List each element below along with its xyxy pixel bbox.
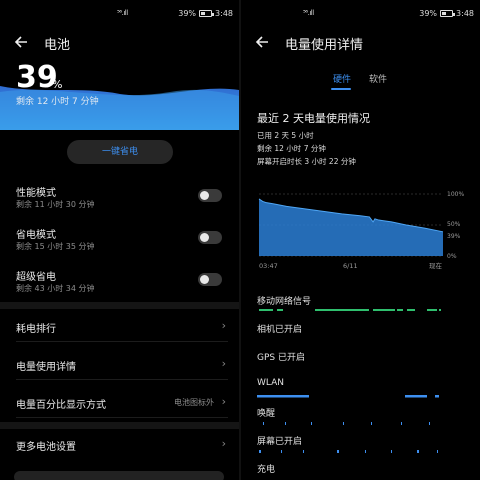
active-tab-indicator bbox=[331, 88, 351, 90]
performance-mode-item[interactable]: 性能模式 剩余 11 小时 30 分钟 bbox=[16, 184, 226, 220]
battery-screen: ⁵⁶.ıll 39% 3:48 电池 39 % 剩余 12 小时 7 分钟 一键 bbox=[0, 0, 239, 480]
y-tick-label: 0% bbox=[447, 253, 457, 260]
row-value: 电池图标外 bbox=[174, 398, 214, 407]
tab-bar: 硬件 软件 bbox=[241, 72, 480, 94]
mode-name: 性能模式 bbox=[16, 188, 56, 199]
mode-desc: 剩余 11 小时 30 分钟 bbox=[16, 200, 95, 209]
remaining-time: 剩余 12 小时 7 分钟 bbox=[16, 97, 99, 107]
battery-percentage-display-row[interactable]: 电量百分比显示方式 电池图标外 › bbox=[16, 388, 228, 418]
chevron-right-icon: › bbox=[221, 319, 226, 332]
performance-mode-toggle[interactable] bbox=[198, 189, 222, 202]
x-tick-label: 现在 bbox=[429, 261, 443, 270]
battery-status: 39% 3:48 bbox=[178, 9, 233, 18]
tab-software[interactable]: 软件 bbox=[369, 72, 387, 85]
ultra-power-saving-item[interactable]: 超级省电 剩余 43 小时 34 分钟 bbox=[16, 268, 226, 304]
ultra-power-saving-toggle[interactable] bbox=[198, 273, 222, 286]
battery-icon bbox=[440, 10, 456, 17]
back-arrow-icon[interactable] bbox=[255, 32, 275, 52]
row-label: 耗电排行 bbox=[16, 324, 56, 335]
title-bar: 电量使用详情 bbox=[241, 30, 480, 56]
signal-icon: ⁵⁶.ıll bbox=[117, 9, 128, 17]
battery-level-hero: 39 % 剩余 12 小时 7 分钟 bbox=[0, 56, 239, 130]
mode-desc: 剩余 43 小时 34 分钟 bbox=[16, 284, 95, 293]
mode-name: 省电模式 bbox=[16, 230, 56, 241]
battery-percent-text: 39% bbox=[419, 9, 438, 18]
power-usage-details-screen: ⁵⁶.ıll 39% 3:48 电量使用详情 硬件 软件 最近 2 天电量使用情… bbox=[241, 0, 480, 480]
stat-used: 已用 2 天 5 小时 bbox=[257, 131, 314, 140]
activity-tracks bbox=[257, 309, 441, 453]
title-bar: 电池 bbox=[0, 30, 239, 56]
clock: 3:48 bbox=[215, 9, 233, 18]
chevron-right-icon: › bbox=[221, 437, 226, 450]
row-label: 电量使用详情 bbox=[16, 362, 76, 373]
page-title: 电池 bbox=[44, 38, 71, 53]
power-consumption-ranking-row[interactable]: 耗电排行 › bbox=[16, 312, 228, 342]
usage-summary-title: 最近 2 天电量使用情况 bbox=[257, 112, 370, 125]
y-tick-label: 39% bbox=[447, 233, 461, 240]
battery-level-area bbox=[259, 198, 443, 256]
status-bar: ⁵⁶.ıll 39% 3:48 bbox=[0, 0, 239, 26]
power-saving-mode-toggle[interactable] bbox=[198, 231, 222, 244]
tab-hardware[interactable]: 硬件 bbox=[333, 72, 351, 85]
power-usage-details-row[interactable]: 电量使用详情 › bbox=[16, 350, 228, 380]
battery-percent-text: 39% bbox=[178, 9, 197, 18]
mode-desc: 剩余 15 小时 35 分钟 bbox=[16, 242, 95, 251]
mode-name: 超级省电 bbox=[16, 272, 56, 283]
y-tick-label: 50% bbox=[447, 221, 461, 228]
more-battery-settings-row[interactable]: 更多电池设置 › bbox=[16, 430, 228, 460]
chevron-right-icon: › bbox=[221, 395, 226, 408]
section-divider bbox=[0, 422, 239, 429]
mobile-signal-track bbox=[259, 309, 441, 311]
y-tick-label: 100% bbox=[447, 191, 464, 198]
battery-icon bbox=[199, 10, 215, 17]
battery-level-chart: 100% 50% 39% 0% 03:47 6/11 现在 bbox=[258, 191, 464, 270]
status-bar: ⁵⁶.ıll 39% 3:48 bbox=[241, 0, 480, 26]
x-tick-label: 6/11 bbox=[343, 262, 358, 270]
stat-screen-on: 屏幕开启时长 3 小时 22 分钟 bbox=[257, 157, 356, 166]
wlan-track bbox=[257, 395, 439, 398]
percent-sign: % bbox=[52, 78, 63, 91]
row-label: 电量百分比显示方式 bbox=[16, 400, 106, 411]
power-saving-mode-item[interactable]: 省电模式 剩余 15 小时 35 分钟 bbox=[16, 226, 226, 262]
clock: 3:48 bbox=[456, 9, 474, 18]
signal-icon: ⁵⁶.ıll bbox=[303, 9, 314, 17]
next-item-peek bbox=[14, 471, 224, 480]
stat-remaining: 剩余 12 小时 7 分钟 bbox=[257, 144, 326, 153]
section-divider bbox=[0, 302, 239, 309]
x-tick-label: 03:47 bbox=[259, 262, 278, 270]
chevron-right-icon: › bbox=[221, 357, 226, 370]
battery-status: 39% 3:48 bbox=[419, 9, 474, 18]
wake-track bbox=[263, 422, 430, 425]
back-arrow-icon[interactable] bbox=[14, 32, 34, 52]
screen-on-track bbox=[259, 450, 438, 453]
page-title: 电量使用详情 bbox=[285, 38, 364, 53]
one-tap-save-button[interactable]: 一键省电 bbox=[67, 140, 173, 164]
row-label: 更多电池设置 bbox=[16, 442, 76, 453]
